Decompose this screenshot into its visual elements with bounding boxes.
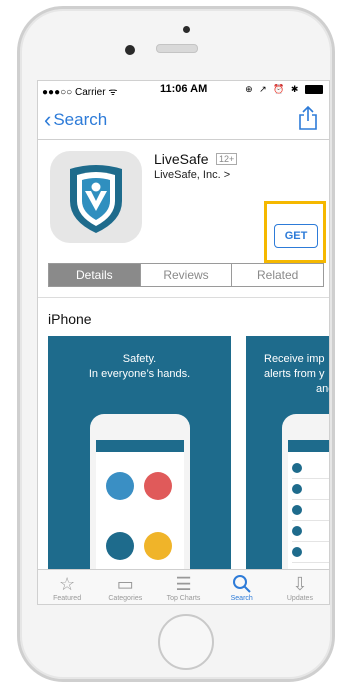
list-item [292, 479, 329, 500]
list-item [292, 521, 329, 542]
screenshot-2-caption: Receive imp alerts from y and [264, 353, 329, 395]
download-icon: ⇩ [292, 573, 308, 594]
status-bar: ●●●○○ Carrier ᯤ 11:06 AM ⊕ ↗ ⏰ ✱ [38, 81, 329, 99]
front-camera [125, 45, 135, 55]
search-icon [232, 573, 252, 595]
back-button[interactable]: ‹ Search [44, 107, 107, 133]
phone-icon [144, 472, 172, 500]
mockup-phone-2 [282, 414, 329, 569]
sensor-dot [183, 26, 190, 33]
screenshot-2[interactable]: Receive imp alerts from y and [246, 336, 329, 569]
developer-link[interactable]: LiveSafe, Inc. > [154, 169, 230, 181]
mockup-screen-2 [288, 440, 329, 569]
mockup-header-bar [96, 440, 184, 452]
battery-icon [305, 85, 323, 95]
screenshot-1[interactable]: Safety. In everyone’s hands. [48, 336, 231, 569]
screenshot-1-caption: Safety. In everyone’s hands. [88, 353, 191, 380]
nav-divider [38, 139, 329, 140]
list-item [292, 500, 329, 521]
carrier-label: ●●●○○ Carrier ᯤ [42, 87, 118, 98]
status-icons: ⊕ ↗ ⏰ ✱ [245, 84, 323, 95]
app-icon [50, 151, 142, 243]
back-label: Search [53, 110, 108, 129]
home-button[interactable] [158, 614, 214, 670]
section-divider [38, 297, 329, 298]
tab-related[interactable]: Related [232, 264, 323, 286]
tab-search[interactable]: Search [213, 570, 271, 604]
nav-bar: ‹ Search [38, 99, 329, 139]
chat-icon [144, 532, 172, 560]
livesafe-logo-icon [70, 165, 122, 233]
list-icon: ☰ [175, 573, 192, 594]
get-button[interactable]: GET [274, 224, 318, 248]
tab-bar: ☆ Featured ▭ Categories ☰ Top Charts Sea… [38, 569, 329, 604]
shield-icon [106, 472, 134, 500]
device-label: iPhone [48, 311, 92, 327]
categories-icon: ▭ [116, 573, 134, 594]
earpiece-speaker [156, 44, 198, 53]
tab-categories[interactable]: ▭ Categories [96, 570, 154, 604]
mockup-phone-1 [90, 414, 190, 569]
tab-featured[interactable]: ☆ Featured [38, 570, 96, 604]
tab-reviews[interactable]: Reviews [141, 264, 233, 286]
status-time: 11:06 AM [160, 83, 208, 95]
list-item [292, 542, 329, 563]
mockup-screen-1 [96, 440, 184, 569]
tab-updates[interactable]: ⇩ Updates [271, 570, 329, 604]
share-icon[interactable] [297, 105, 319, 131]
tab-top-charts[interactable]: ☰ Top Charts [154, 570, 212, 604]
alert-list [292, 458, 329, 563]
segmented-control: Details Reviews Related [48, 263, 324, 287]
star-icon: ☆ [59, 573, 76, 594]
chevron-left-icon: ‹ [44, 107, 52, 132]
tab-details[interactable]: Details [49, 264, 141, 286]
mockup-header-bar [288, 440, 329, 452]
age-rating-badge: 12+ [216, 153, 238, 165]
app-store-screen: ●●●○○ Carrier ᯤ 11:06 AM ⊕ ↗ ⏰ ✱ ‹ Search… [37, 80, 330, 605]
app-name: LiveSafe [154, 151, 209, 167]
list-item [292, 458, 329, 479]
location-icon [106, 532, 134, 560]
